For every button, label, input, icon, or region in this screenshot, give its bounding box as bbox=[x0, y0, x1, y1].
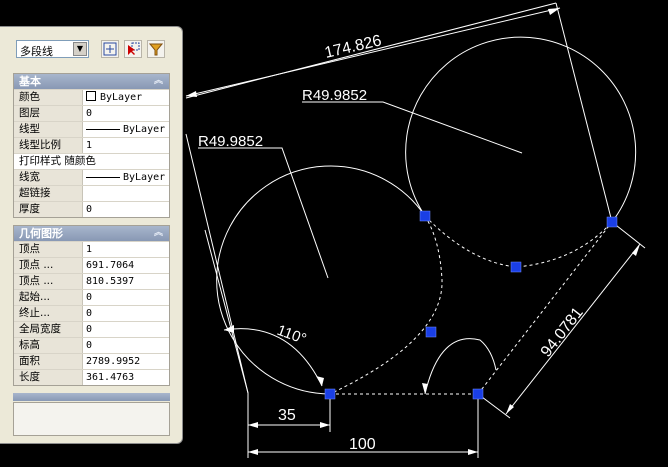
upper-circle-dashed-arc[interactable] bbox=[424, 215, 613, 268]
left-tangent-line[interactable] bbox=[185, 133, 249, 394]
grip-handle[interactable] bbox=[425, 326, 437, 338]
prop-row[interactable]: 全局宽度 0 bbox=[14, 321, 169, 337]
grip-handle[interactable] bbox=[606, 216, 618, 228]
section-other-header[interactable] bbox=[13, 393, 170, 401]
lower-circle-arc[interactable] bbox=[216, 165, 426, 395]
linetype-sample-icon bbox=[86, 128, 120, 130]
grip-handle[interactable] bbox=[510, 261, 522, 273]
angle-dimension-text: 110° bbox=[275, 322, 309, 348]
grip-handle[interactable] bbox=[324, 388, 336, 400]
prop-row[interactable]: 线型 ByLayer bbox=[14, 121, 169, 137]
prop-row[interactable]: 面积 2789.9952 bbox=[14, 353, 169, 369]
pickadd-icon bbox=[103, 42, 117, 56]
prop-row[interactable]: 顶点 ... 810.5397 bbox=[14, 273, 169, 289]
prop-row[interactable]: 长度 361.4763 bbox=[14, 369, 169, 385]
toggle-pickadd-button[interactable] bbox=[101, 40, 119, 58]
prop-row[interactable]: 超链接 bbox=[14, 185, 169, 201]
collapse-icon[interactable]: ︽ bbox=[154, 226, 163, 241]
upper-radius-leader bbox=[302, 101, 523, 154]
section-basic-header[interactable]: 基本 ︽ bbox=[14, 74, 169, 89]
upper-radius-text: R49.9852 bbox=[302, 87, 367, 104]
grip-handle[interactable] bbox=[472, 388, 484, 400]
lower-radius-leader bbox=[198, 147, 329, 279]
cursor-select-icon bbox=[128, 42, 140, 55]
outer-left-line[interactable] bbox=[204, 229, 249, 394]
upper-circle-arc[interactable] bbox=[405, 36, 637, 223]
prop-row[interactable]: 图层 0 bbox=[14, 105, 169, 121]
collapse-icon[interactable]: ︽ bbox=[154, 74, 163, 89]
right-dim-extension[interactable] bbox=[555, 2, 613, 223]
diag-dimension-text: 94.0781 bbox=[538, 304, 587, 360]
long-dimension-text: 100 bbox=[349, 436, 376, 453]
polyline-diagonal-segment[interactable] bbox=[477, 221, 613, 395]
prop-row[interactable]: 线宽 ByLayer bbox=[14, 169, 169, 185]
object-type-value: 多段线 bbox=[20, 45, 53, 58]
chevron-down-icon[interactable]: ▼ bbox=[73, 42, 87, 56]
quick-select-button[interactable] bbox=[147, 40, 165, 58]
grip-handle[interactable] bbox=[419, 210, 431, 222]
funnel-icon bbox=[149, 43, 163, 56]
object-type-select[interactable]: 多段线 ▼ bbox=[16, 40, 89, 58]
section-geometry-header[interactable]: 几何图形 ︽ bbox=[14, 226, 169, 241]
prop-row[interactable]: 厚度 0 bbox=[14, 201, 169, 217]
top-dimension-text: 174.826 bbox=[323, 32, 383, 62]
properties-palette: 多段线 ▼ 基本 ︽ 颜色 ByLayer 图层 0 线型 ByLayer 线型比例 1… bbox=[0, 26, 183, 444]
small-arc[interactable] bbox=[424, 338, 497, 395]
color-swatch-icon bbox=[86, 91, 96, 101]
prop-row[interactable]: 打印样式 随颜色 bbox=[14, 153, 169, 169]
palette-toolbar: 多段线 ▼ bbox=[0, 39, 182, 63]
prop-row[interactable]: 顶点 ... 691.7064 bbox=[14, 257, 169, 273]
prop-row[interactable]: 顶点 1 bbox=[14, 241, 169, 257]
prop-row[interactable]: 颜色 ByLayer bbox=[14, 89, 169, 105]
top-dimension-line bbox=[185, 7, 561, 97]
section-geometry: 几何图形 ︽ 顶点 1 顶点 ... 691.7064 顶点 ... 810.5397… bbox=[13, 225, 170, 386]
short-dimension-text: 35 bbox=[278, 407, 296, 424]
lineweight-sample-icon bbox=[86, 176, 120, 178]
lower-radius-text: R49.9852 bbox=[198, 133, 263, 150]
prop-row[interactable]: 起始... 0 bbox=[14, 289, 169, 305]
prop-row[interactable]: 标高 0 bbox=[14, 337, 169, 353]
prop-row[interactable]: 终止... 0 bbox=[14, 305, 169, 321]
section-basic: 基本 ︽ 颜色 ByLayer 图层 0 线型 ByLayer 线型比例 1 打印样式 … bbox=[13, 73, 170, 218]
select-objects-button[interactable] bbox=[124, 40, 142, 58]
description-box bbox=[13, 402, 170, 436]
prop-row[interactable]: 线型比例 1 bbox=[14, 137, 169, 153]
lower-circle-dashed-arc[interactable] bbox=[329, 215, 443, 395]
